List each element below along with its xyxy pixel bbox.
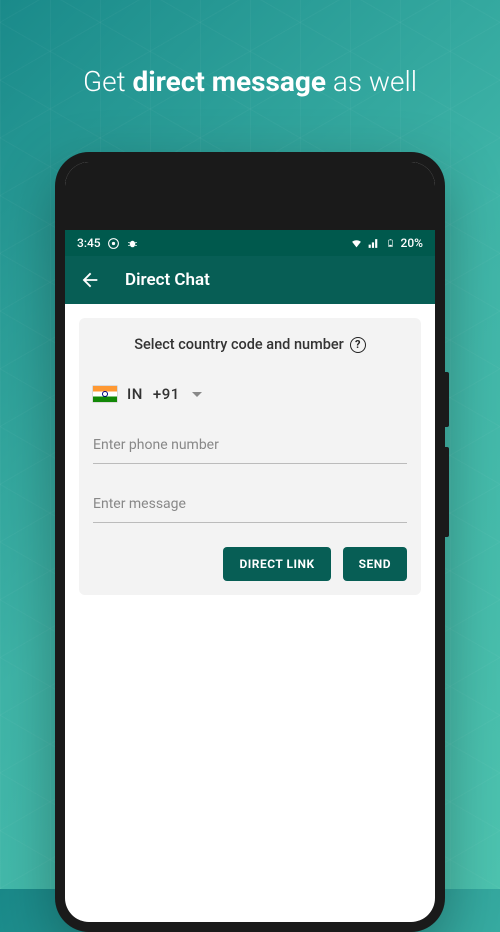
status-bar: 3:45 20% bbox=[65, 230, 435, 256]
signal-icon bbox=[367, 237, 380, 250]
india-flag-icon bbox=[93, 386, 117, 402]
headline-bold: direct message bbox=[132, 65, 326, 98]
back-arrow-icon[interactable] bbox=[79, 269, 101, 291]
phone-side-button bbox=[445, 372, 449, 427]
debug-icon bbox=[126, 237, 139, 250]
country-code-selector[interactable]: IN +91 bbox=[93, 381, 407, 407]
status-time: 3:45 bbox=[77, 236, 101, 250]
headline-suffix: as well bbox=[326, 65, 417, 98]
card-title-text: Select country code and number bbox=[134, 336, 344, 353]
phone-number-input[interactable] bbox=[93, 421, 407, 464]
marketing-headline: Get direct message as well bbox=[0, 0, 500, 98]
app-bar: Direct Chat bbox=[65, 256, 435, 304]
phone-bezel-top bbox=[65, 162, 435, 230]
app-title: Direct Chat bbox=[125, 270, 210, 290]
wifi-icon bbox=[350, 237, 363, 250]
phone-frame: 3:45 20% bbox=[55, 152, 445, 932]
direct-link-button[interactable]: DIRECT LINK bbox=[223, 547, 330, 581]
headline-prefix: Get bbox=[83, 65, 132, 98]
screen-content: Select country code and number ? IN +91 … bbox=[65, 304, 435, 609]
phone-screen: 3:45 20% bbox=[65, 162, 435, 922]
battery-percent: 20% bbox=[401, 236, 423, 250]
country-code-text: IN bbox=[127, 385, 143, 403]
battery-icon bbox=[384, 237, 397, 250]
button-row: DIRECT LINK SEND bbox=[93, 547, 407, 581]
direct-chat-card: Select country code and number ? IN +91 … bbox=[79, 318, 421, 595]
help-icon[interactable]: ? bbox=[350, 337, 366, 353]
send-button[interactable]: SEND bbox=[343, 547, 407, 581]
notification-icon bbox=[107, 237, 120, 250]
card-title-row: Select country code and number ? bbox=[93, 336, 407, 353]
dial-code-text: +91 bbox=[153, 385, 180, 403]
phone-side-button bbox=[445, 447, 449, 537]
chevron-down-icon bbox=[192, 392, 202, 397]
message-input[interactable] bbox=[93, 480, 407, 523]
